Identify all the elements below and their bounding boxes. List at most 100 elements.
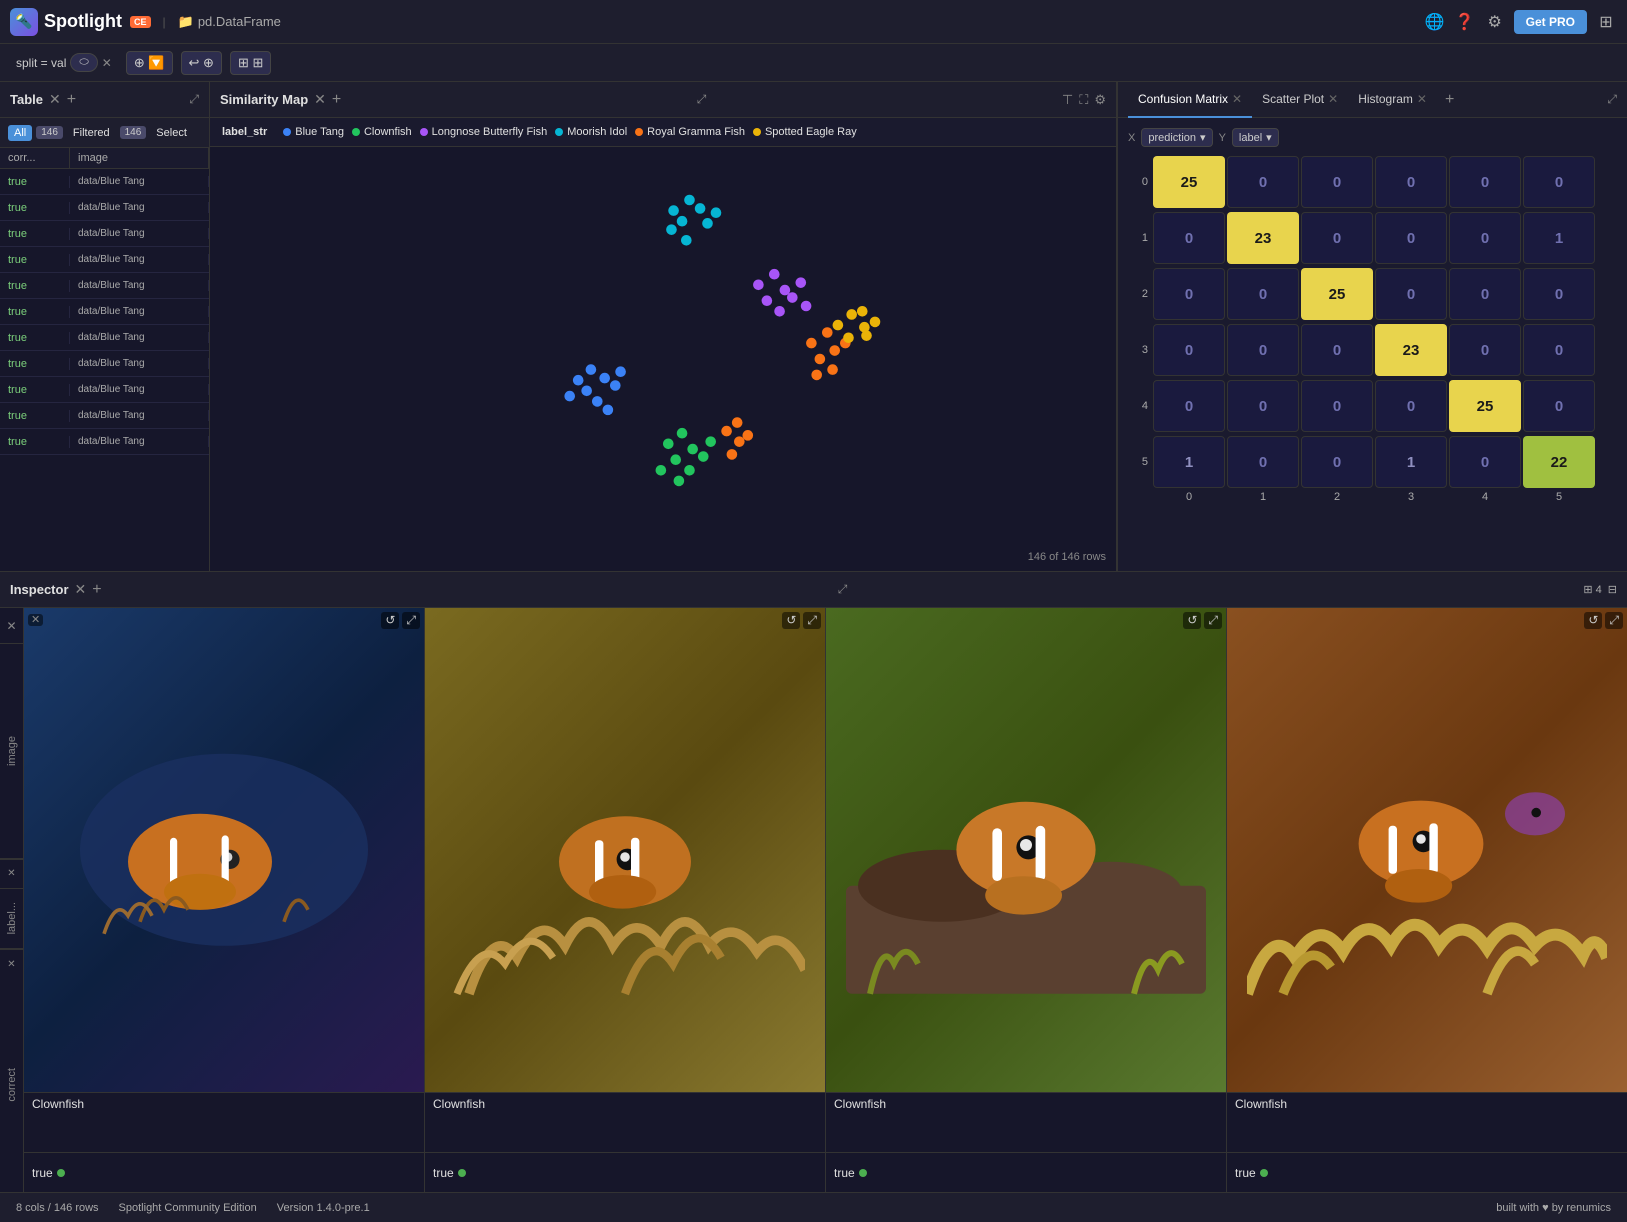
scatter-dot[interactable] (603, 405, 614, 416)
cm-cell-5-5[interactable]: 22 (1523, 436, 1595, 488)
layout-icon[interactable]: ⊞ (1595, 11, 1617, 33)
list-view-icon[interactable]: ⊟ (1608, 583, 1617, 596)
col2-refresh-btn[interactable]: ↺ (782, 612, 800, 629)
scatter-dot[interactable] (769, 269, 780, 280)
add-view-btn[interactable]: ↩ ⊕ (181, 51, 222, 75)
scatter-dot[interactable] (806, 338, 817, 349)
col4-refresh-btn[interactable]: ↺ (1584, 612, 1602, 629)
inspector-expand-btn[interactable]: ⤢ (838, 582, 848, 597)
col3-expand-btn[interactable]: ⤢ (1204, 612, 1222, 629)
cm-cell-3-2[interactable]: 0 (1301, 324, 1373, 376)
scatter-dot[interactable] (695, 203, 706, 214)
get-pro-button[interactable]: Get PRO (1514, 10, 1587, 34)
scatter-dot[interactable] (796, 277, 807, 288)
scatter-dot[interactable] (656, 465, 667, 476)
cm-cell-1-5[interactable]: 1 (1523, 212, 1595, 264)
cm-cell-2-3[interactable]: 0 (1375, 268, 1447, 320)
scatter-dot[interactable] (822, 327, 833, 338)
tab-histogram[interactable]: Histogram ✕ (1348, 82, 1437, 118)
scatter-dot[interactable] (734, 436, 745, 447)
inspector-close-btn[interactable]: ✕ (75, 581, 87, 598)
scatter-dot[interactable] (762, 295, 773, 306)
scatter-dot[interactable] (684, 465, 695, 476)
cm-cell-2-2[interactable]: 25 (1301, 268, 1373, 320)
tab-scatter-plot[interactable]: Scatter Plot ✕ (1252, 82, 1348, 118)
scatter-dot[interactable] (663, 439, 674, 450)
cm-cell-1-3[interactable]: 0 (1375, 212, 1447, 264)
similarity-expand-btn[interactable]: ⤢ (697, 92, 707, 107)
table-row[interactable]: true data/Blue Tang (0, 377, 209, 403)
cm-cell-0-5[interactable]: 0 (1523, 156, 1595, 208)
scatter-dot[interactable] (774, 306, 785, 317)
col2-expand-btn[interactable]: ⤢ (803, 612, 821, 629)
grid-view-icon[interactable]: ⊞ 4 (1583, 583, 1601, 596)
scatter-dot[interactable] (833, 320, 844, 331)
table-add-btn[interactable]: + (67, 91, 76, 109)
cm-cell-0-3[interactable]: 0 (1375, 156, 1447, 208)
scatter-dot[interactable] (721, 426, 732, 437)
scatter-dot[interactable] (843, 333, 854, 344)
cm-cell-2-1[interactable]: 0 (1227, 268, 1299, 320)
scatter-dot[interactable] (592, 396, 603, 407)
x-axis-select[interactable]: prediction ▾ (1141, 128, 1212, 147)
cm-cell-1-4[interactable]: 0 (1449, 212, 1521, 264)
cm-cell-0-0[interactable]: 25 (1153, 156, 1225, 208)
scatter-dot[interactable] (743, 430, 754, 441)
cm-cell-3-3[interactable]: 23 (1375, 324, 1447, 376)
cm-cell-3-0[interactable]: 0 (1153, 324, 1225, 376)
tab-cm-close[interactable]: ✕ (1232, 92, 1242, 106)
scatter-dot[interactable] (573, 375, 584, 386)
table-row[interactable]: true data/Blue Tang (0, 299, 209, 325)
cm-cell-5-1[interactable]: 0 (1227, 436, 1299, 488)
cm-cell-1-0[interactable]: 0 (1153, 212, 1225, 264)
scatter-dot[interactable] (677, 216, 688, 227)
scatter-dot[interactable] (732, 417, 743, 428)
table-row[interactable]: true data/Blue Tang (0, 325, 209, 351)
selected-tab[interactable]: Select (150, 125, 193, 141)
scatter-dot[interactable] (753, 280, 764, 291)
inspector-add-btn[interactable]: + (92, 581, 101, 599)
scatter-dot[interactable] (668, 205, 679, 216)
cm-cell-4-2[interactable]: 0 (1301, 380, 1373, 432)
scatter-dot[interactable] (698, 451, 709, 462)
table-row[interactable]: true data/Blue Tang (0, 195, 209, 221)
settings-icon[interactable]: ⚙ (1094, 92, 1106, 108)
scatter-dot[interactable] (846, 309, 857, 320)
community-icon[interactable]: 🌐 (1424, 11, 1446, 33)
tab-hist-close[interactable]: ✕ (1417, 92, 1427, 106)
label-row-close[interactable]: ✕ (7, 868, 15, 879)
scatter-dot[interactable] (581, 386, 592, 397)
scatter-dot[interactable] (615, 366, 626, 377)
cm-cell-2-4[interactable]: 0 (1449, 268, 1521, 320)
col1-close-btn[interactable]: ✕ (28, 614, 43, 626)
similarity-add-btn[interactable]: + (332, 91, 341, 109)
cm-cell-3-5[interactable]: 0 (1523, 324, 1595, 376)
cm-cell-0-1[interactable]: 0 (1227, 156, 1299, 208)
tab-sp-close[interactable]: ✕ (1328, 92, 1338, 106)
scatter-dot[interactable] (687, 444, 698, 455)
cm-cell-2-5[interactable]: 0 (1523, 268, 1595, 320)
scatter-dot[interactable] (857, 306, 868, 317)
fullscreen-icon[interactable]: ⛶ (1079, 92, 1088, 108)
help-icon[interactable]: ❓ (1454, 11, 1476, 33)
scatter-dot[interactable] (861, 330, 872, 341)
similarity-close-btn[interactable]: ✕ (314, 91, 326, 108)
cm-cell-0-4[interactable]: 0 (1449, 156, 1521, 208)
layout-btn[interactable]: ⊞ ⊞ (230, 51, 271, 75)
scatter-dot[interactable] (670, 454, 681, 465)
split-filter[interactable]: split = val ⬭ ✕ (10, 50, 118, 75)
table-row[interactable]: true data/Blue Tang (0, 351, 209, 377)
image-row-close[interactable]: ✕ (6, 619, 16, 633)
filtered-tab[interactable]: Filtered (67, 125, 116, 141)
scatter-dot[interactable] (610, 380, 621, 391)
scatter-dot[interactable] (674, 476, 685, 487)
cm-cell-1-2[interactable]: 0 (1301, 212, 1373, 264)
table-row[interactable]: true data/Blue Tang (0, 429, 209, 455)
cm-cell-5-3[interactable]: 1 (1375, 436, 1447, 488)
tab-confusion-matrix[interactable]: Confusion Matrix ✕ (1128, 82, 1252, 118)
table-close-btn[interactable]: ✕ (49, 91, 61, 108)
all-tab[interactable]: All (8, 125, 32, 141)
table-expand-btn[interactable]: ⤢ (189, 92, 199, 107)
cm-cell-4-5[interactable]: 0 (1523, 380, 1595, 432)
filter-icon[interactable]: ⊤ (1062, 92, 1073, 108)
